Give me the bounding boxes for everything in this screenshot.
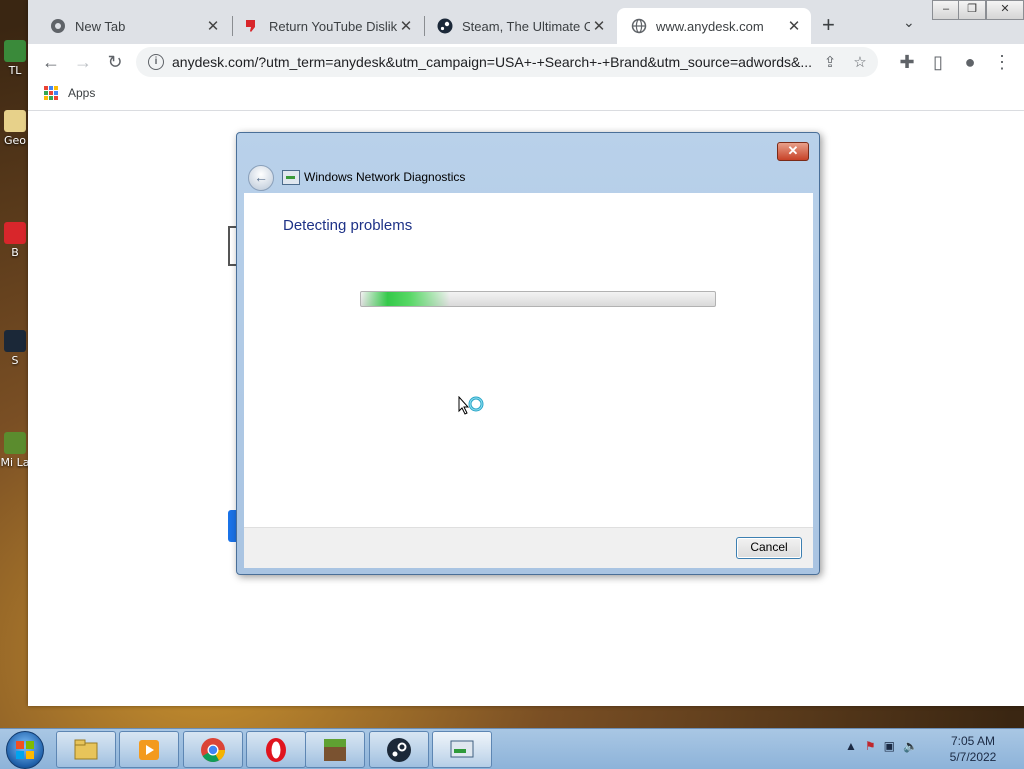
system-tray: ▲ ⚑ ▣ 🔈 (845, 739, 918, 753)
close-icon[interactable]: ✕ (204, 17, 222, 35)
minecraft-icon (324, 739, 346, 761)
volume-icon[interactable]: 🔈 (903, 739, 918, 753)
taskbar-opera[interactable] (246, 731, 306, 768)
taskbar-file-explorer[interactable] (56, 731, 116, 768)
app-icon (4, 222, 26, 244)
tab-new-tab[interactable]: New Tab ✕ (36, 8, 230, 44)
minecraft-icon (4, 432, 26, 454)
tab-title: Return YouTube Dislike (269, 18, 397, 34)
taskbar-media-player[interactable] (119, 731, 179, 768)
tab-title: www.anydesk.com (656, 18, 764, 34)
media-player-icon (139, 740, 159, 760)
close-icon[interactable]: ✕ (590, 17, 608, 35)
tab-return-youtube-dislike[interactable]: Return YouTube Dislike ✕ (230, 8, 423, 44)
dialog-body: Detecting problems (244, 193, 813, 527)
minimize-button[interactable]: – (932, 0, 960, 20)
forward-arrow-icon[interactable]: → (71, 50, 95, 74)
taskbar: ▲ ⚑ ▣ 🔈 7:05 AM 5/7/2022 (0, 728, 1024, 769)
close-icon[interactable]: ✕ (397, 17, 415, 35)
desktop-icon-5[interactable]: Mi La (0, 432, 30, 469)
busy-cursor-icon (458, 396, 484, 415)
reload-icon[interactable]: ↻ (103, 50, 127, 74)
desktop-icon-label: TL (8, 64, 22, 77)
tab-title: Steam, The Ultimate Onl (462, 18, 590, 34)
taskbar-chrome[interactable] (183, 731, 243, 768)
desktop-icon-2[interactable]: Geo (0, 110, 30, 147)
back-arrow-icon[interactable]: ← (39, 50, 63, 74)
globe-icon (631, 18, 647, 34)
share-icon[interactable]: ⇪ (818, 53, 842, 71)
steam-icon (387, 738, 411, 762)
taskbar-network-diagnostics[interactable] (432, 731, 492, 768)
desktop-icon-3[interactable]: B (0, 222, 30, 259)
clock-date: 5/7/2022 (949, 750, 997, 764)
bookmark-apps[interactable]: Apps (44, 86, 95, 100)
taskbar-minecraft[interactable] (305, 731, 365, 768)
bookmarks-bar: Apps (28, 80, 1024, 111)
app-icon (4, 40, 26, 62)
chrome-icon (51, 19, 65, 33)
steam-icon (437, 18, 453, 34)
folder-icon (4, 110, 26, 132)
start-button[interactable] (6, 731, 44, 769)
progress-bar (360, 291, 716, 307)
cancel-button[interactable]: Cancel (736, 537, 802, 559)
close-icon[interactable]: ✕ (785, 17, 803, 35)
window-close-button[interactable]: ✕ (986, 0, 1024, 20)
extensions-puzzle-icon[interactable]: ✚ (895, 50, 919, 74)
dialog-heading: Detecting problems (283, 217, 413, 234)
desktop-icon-4[interactable]: S (0, 330, 30, 367)
network-icon[interactable]: ▣ (884, 739, 895, 753)
apps-grid-icon (44, 86, 58, 100)
network-diagnostics-dialog: ✕ ← Windows Network Diagnostics Detectin… (236, 132, 820, 575)
dialog-footer: Cancel (244, 527, 813, 568)
side-panel-icon[interactable]: ▯ (926, 50, 950, 74)
dialog-close-button[interactable]: ✕ (777, 142, 809, 161)
browser-toolbar: ← → ↻ i anydesk.com/?utm_term=anydesk&ut… (28, 44, 1024, 80)
taskbar-steam[interactable] (369, 731, 429, 768)
clock-time: 7:05 AM (950, 734, 996, 748)
tab-strip: New Tab ✕ Return YouTube Dislike ✕ Steam… (28, 0, 1024, 44)
back-arrow-icon[interactable]: ← (248, 165, 274, 191)
bookmark-label: Apps (68, 86, 96, 100)
info-icon[interactable]: i (148, 54, 164, 70)
tab-anydesk[interactable]: www.anydesk.com ✕ (617, 8, 811, 44)
desktop-icon-label: B (11, 246, 19, 259)
address-bar[interactable]: i anydesk.com/?utm_term=anydesk&utm_camp… (136, 47, 878, 77)
desktop-icon-label: Geo (3, 134, 27, 147)
dialog-title: Windows Network Diagnostics (304, 170, 466, 184)
maximize-button[interactable]: ❐ (958, 0, 986, 20)
show-hidden-icons-icon[interactable]: ▲ (845, 739, 857, 753)
windows-logo-icon (16, 741, 34, 759)
opera-icon (266, 738, 286, 762)
tab-steam[interactable]: Steam, The Ultimate Onl ✕ (423, 8, 616, 44)
file-explorer-icon (74, 739, 98, 760)
page-logo-fragment (228, 226, 236, 266)
desktop-icon-1[interactable]: TL (0, 40, 30, 77)
new-tab-button[interactable]: + (822, 14, 835, 36)
tab-title: New Tab (75, 18, 126, 34)
url-text: anydesk.com/?utm_term=anydesk&utm_campai… (172, 54, 813, 70)
action-center-flag-icon[interactable]: ⚑ (865, 739, 876, 753)
desktop-icon-label: S (11, 354, 19, 367)
network-diagnostics-icon (282, 170, 300, 185)
menu-kebab-icon[interactable]: ⋮ (990, 50, 1014, 74)
star-icon[interactable]: ☆ (848, 53, 872, 71)
steam-icon (4, 330, 26, 352)
clock[interactable]: 7:05 AM 5/7/2022 (935, 733, 1011, 765)
dislike-icon (246, 20, 255, 32)
profile-avatar-icon[interactable]: ● (958, 50, 982, 74)
page-button-fragment[interactable] (228, 510, 236, 542)
desktop-icon-label: Mi La (0, 456, 30, 469)
progress-fill (361, 292, 450, 306)
chevron-down-icon[interactable]: ⌄ (903, 14, 915, 31)
network-diagnostics-icon (450, 740, 474, 758)
chrome-icon (201, 738, 225, 763)
